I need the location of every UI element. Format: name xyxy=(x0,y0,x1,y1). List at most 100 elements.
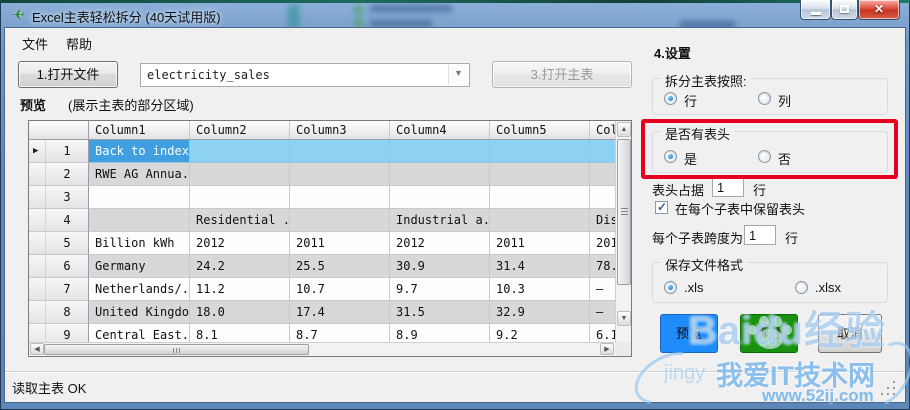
column-header[interactable]: Column3 xyxy=(290,121,390,139)
grid-cell[interactable] xyxy=(190,140,290,163)
row-header[interactable]: 4 xyxy=(29,209,89,232)
scroll-up-icon[interactable]: ▲ xyxy=(617,122,631,137)
row-header[interactable]: 7 xyxy=(29,278,89,301)
row-header[interactable]: 9 xyxy=(29,324,89,343)
combobox-dropdown-button[interactable]: ▼ xyxy=(448,65,468,85)
grid-cell[interactable]: 9.7 xyxy=(390,278,490,301)
grid-cell[interactable]: 32.9 xyxy=(490,301,590,324)
grid-cell[interactable]: RWE AG Annua... xyxy=(89,163,190,186)
menu-help[interactable]: 帮助 xyxy=(58,35,100,55)
horizontal-scroll-thumb[interactable] xyxy=(44,344,309,355)
grid-cell[interactable] xyxy=(290,209,390,232)
grid-cell[interactable]: 25.5 xyxy=(290,255,390,278)
grid-cell[interactable]: United Kingdom xyxy=(89,301,190,324)
grid-cell[interactable]: 6.1 xyxy=(590,324,616,343)
grid-cell[interactable]: 17.4 xyxy=(290,301,390,324)
cancel-button[interactable]: 取消 xyxy=(818,314,882,353)
keep-header-checkbox[interactable]: ✓ xyxy=(655,201,668,214)
grid-cell[interactable]: 2012 xyxy=(190,232,290,255)
radio-format-xlsx[interactable] xyxy=(795,281,808,294)
radio-format-xls[interactable] xyxy=(664,281,677,294)
grid-cell[interactable]: 8.7 xyxy=(290,324,390,343)
grid-cell[interactable]: — xyxy=(590,278,616,301)
grid-corner-cell[interactable] xyxy=(29,121,89,139)
grid-cell[interactable] xyxy=(190,163,290,186)
file-combobox[interactable]: electricity_sales ▼ xyxy=(140,63,470,87)
grid-cell[interactable]: 8.1 xyxy=(190,324,290,343)
grid-cell[interactable]: 31.4 xyxy=(490,255,590,278)
radio-split-by-row-label[interactable]: 行 xyxy=(684,91,697,110)
title-bar[interactable]: ✈ Excel主表轻松拆分 (40天试用版) xyxy=(0,3,910,28)
row-header[interactable]: 6 xyxy=(29,255,89,278)
grid-cell[interactable]: 9.2 xyxy=(490,324,590,343)
scroll-down-icon[interactable]: ▼ xyxy=(617,311,631,326)
minimize-button[interactable] xyxy=(800,0,831,20)
grid-cell[interactable]: Residential ... xyxy=(190,209,290,232)
grid-cell[interactable] xyxy=(190,186,290,209)
grid-cell[interactable]: 8.9 xyxy=(390,324,490,343)
column-header[interactable]: Column4 xyxy=(390,121,490,139)
grid-cell[interactable]: 2012 xyxy=(590,232,616,255)
preview-button[interactable]: 预览 xyxy=(660,314,718,353)
close-button[interactable]: ✕ xyxy=(858,0,900,20)
row-header[interactable]: 5 xyxy=(29,232,89,255)
row-header[interactable]: ▶1 xyxy=(29,140,89,163)
grid-cell[interactable] xyxy=(490,140,590,163)
header-rows-input[interactable] xyxy=(712,177,744,197)
grid-cell[interactable] xyxy=(590,140,616,163)
grid-cell[interactable] xyxy=(490,163,590,186)
grid-cell[interactable] xyxy=(490,209,590,232)
grid-cell[interactable]: 2012 xyxy=(390,232,490,255)
column-header[interactable]: Column5 xyxy=(490,121,590,139)
grid-cell[interactable]: 2011 xyxy=(290,232,390,255)
grid-cell[interactable]: 10.3 xyxy=(490,278,590,301)
row-header[interactable]: 3 xyxy=(29,186,89,209)
maximize-button[interactable] xyxy=(831,0,858,20)
grid-cell[interactable]: Industrial a... xyxy=(390,209,490,232)
grid-cell[interactable] xyxy=(89,186,190,209)
grid-cell[interactable]: 24.2 xyxy=(190,255,290,278)
span-input[interactable] xyxy=(744,225,776,245)
grid-cell[interactable]: Dist xyxy=(590,209,616,232)
grid-cell[interactable] xyxy=(590,163,616,186)
grid-cell[interactable]: Netherlands/... xyxy=(89,278,190,301)
grid-cell[interactable] xyxy=(490,186,590,209)
radio-format-xls-label[interactable]: .xls xyxy=(684,280,704,295)
vertical-scrollbar[interactable]: ▲ ▼ xyxy=(615,121,631,343)
radio-format-xlsx-label[interactable]: .xlsx xyxy=(815,280,841,295)
grid-cell[interactable] xyxy=(390,140,490,163)
grid-cell[interactable]: Billion kWh xyxy=(89,232,190,255)
vertical-scroll-thumb[interactable] xyxy=(617,139,631,285)
column-header[interactable]: Column2 xyxy=(190,121,290,139)
row-header[interactable]: 2 xyxy=(29,163,89,186)
grid-cell[interactable]: — xyxy=(590,301,616,324)
grid-cell[interactable]: 11.2 xyxy=(190,278,290,301)
grid-cell[interactable] xyxy=(290,163,390,186)
grid-cell[interactable] xyxy=(390,186,490,209)
grid-cell[interactable]: 30.9 xyxy=(390,255,490,278)
column-header[interactable]: Column1 xyxy=(89,121,190,139)
open-file-button[interactable]: 1.打开文件 xyxy=(18,61,118,88)
grid-cell[interactable] xyxy=(390,163,490,186)
open-master-button[interactable]: 3.打开主表 xyxy=(492,61,632,88)
grid-cell[interactable]: 31.5 xyxy=(390,301,490,324)
grid-cell[interactable]: Central East... xyxy=(89,324,190,343)
split-button[interactable]: 拆分 xyxy=(740,314,798,353)
grid-cell[interactable]: 18.0 xyxy=(190,301,290,324)
horizontal-scrollbar[interactable]: ◀ ▶ xyxy=(29,342,616,356)
grid-cell[interactable]: Germany xyxy=(89,255,190,278)
grid-cell[interactable] xyxy=(590,186,616,209)
radio-split-by-column-label[interactable]: 列 xyxy=(778,91,791,110)
row-header[interactable]: 8 xyxy=(29,301,89,324)
keep-header-label[interactable]: 在每个子表中保留表头 xyxy=(675,199,805,218)
grid-cell[interactable] xyxy=(290,186,390,209)
grid-cell[interactable]: 2011 xyxy=(490,232,590,255)
scroll-right-icon[interactable]: ▶ xyxy=(600,343,614,355)
scroll-left-icon[interactable]: ◀ xyxy=(30,343,44,355)
grid-cell[interactable] xyxy=(89,209,190,232)
grid-cell[interactable] xyxy=(290,140,390,163)
menu-file[interactable]: 文件 xyxy=(14,35,56,55)
grid-cell[interactable]: Back to index xyxy=(89,140,190,163)
column-header[interactable]: Column6 xyxy=(590,121,616,139)
radio-split-by-row[interactable] xyxy=(664,92,677,105)
